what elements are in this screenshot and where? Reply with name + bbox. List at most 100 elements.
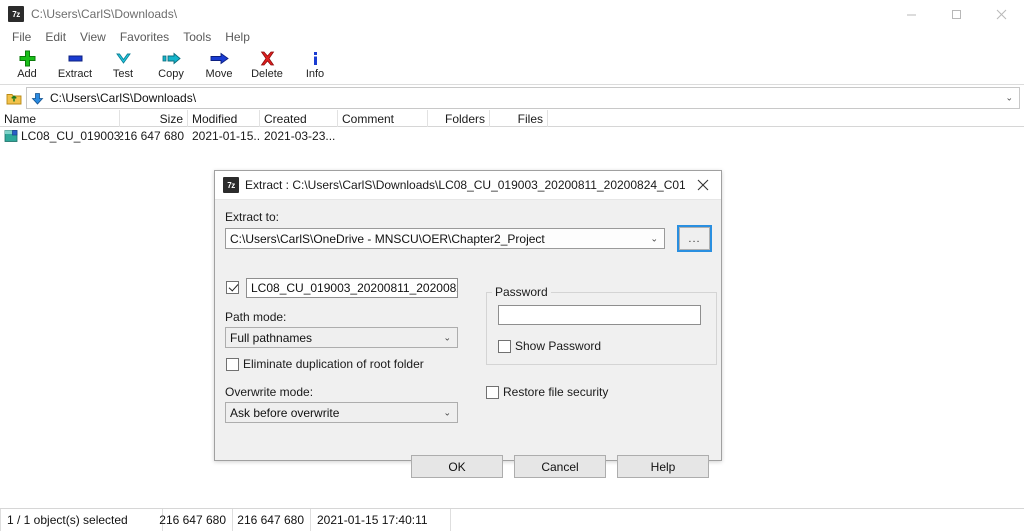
toolbar-delete-label: Delete: [251, 68, 283, 80]
maximize-icon[interactable]: [934, 0, 979, 28]
column-header-folders[interactable]: Folders: [428, 110, 490, 127]
cancel-button[interactable]: Cancel: [514, 455, 606, 478]
move-arrow-icon: [207, 49, 231, 67]
extract-to-value: C:\Users\CarlS\OneDrive - MNSCU\OER\Chap…: [230, 231, 545, 246]
overwrite-mode-label: Overwrite mode:: [225, 385, 314, 399]
menu-view[interactable]: View: [73, 29, 113, 45]
status-selection: 1 / 1 object(s) selected: [0, 509, 163, 531]
cell-modified: 2021-01-15...: [192, 128, 260, 143]
seven-zip-window: 7z C:\Users\CarlS\Downloads\ File Edit V…: [0, 0, 1024, 531]
toolbar-move-button[interactable]: Move: [195, 46, 243, 84]
chevron-down-icon[interactable]: ⌄: [443, 332, 451, 343]
dialog-close-icon[interactable]: [685, 171, 721, 199]
extract-to-combo[interactable]: C:\Users\CarlS\OneDrive - MNSCU\OER\Chap…: [225, 228, 665, 249]
subfolder-name-field[interactable]: LC08_CU_019003_20200811_20200824_C01_V0: [246, 278, 458, 298]
address-combo[interactable]: C:\Users\CarlS\Downloads\ ⌄: [26, 87, 1020, 109]
menu-tools[interactable]: Tools: [176, 29, 218, 45]
minimize-icon[interactable]: [889, 0, 934, 28]
toolbar-copy-label: Copy: [158, 68, 184, 80]
eliminate-duplication-label: Eliminate duplication of root folder: [243, 357, 424, 371]
subfolder-checkbox[interactable]: [226, 281, 243, 294]
dialog-title: Extract : C:\Users\CarlS\Downloads\LC08_…: [245, 178, 685, 192]
archive-file-icon: [4, 129, 18, 143]
password-groupbox: [486, 292, 717, 365]
copy-arrow-icon: [159, 49, 183, 67]
toolbar-test-button[interactable]: Test: [99, 46, 147, 84]
toolbar-move-label: Move: [205, 68, 233, 80]
cell-comment: [338, 127, 428, 144]
password-group-label: Password: [492, 285, 551, 299]
checkbox-box: [498, 339, 511, 353]
restore-file-security-checkbox[interactable]: Restore file security: [486, 385, 608, 399]
toolbar-copy-button[interactable]: Copy: [147, 46, 195, 84]
status-timestamp: 2021-01-15 17:40:11: [311, 509, 451, 531]
browse-button[interactable]: ...: [677, 225, 712, 252]
column-header-name[interactable]: Name: [0, 110, 120, 127]
column-header-files[interactable]: Files: [490, 110, 548, 127]
status-total-size: 216 647 680: [233, 509, 311, 531]
checkbox-box: [486, 385, 499, 399]
extract-dialog: 7z Extract : C:\Users\CarlS\Downloads\LC…: [214, 170, 722, 478]
cell-name: LC08_CU_019003_...: [0, 127, 120, 144]
minus-bar-icon: [63, 49, 87, 67]
status-bar: 1 / 1 object(s) selected 216 647 680 216…: [0, 508, 1024, 531]
chevron-down-icon[interactable]: ⌄: [650, 233, 658, 244]
delete-x-icon: [255, 49, 279, 67]
toolbar-test-label: Test: [112, 68, 134, 80]
dialog-app-icon: 7z: [223, 177, 239, 193]
column-header-comment[interactable]: Comment: [338, 110, 428, 127]
close-icon[interactable]: [979, 0, 1024, 28]
column-header-created[interactable]: Created: [260, 110, 338, 127]
chevron-down-icon[interactable]: ⌄: [443, 407, 451, 418]
dialog-titlebar: 7z Extract : C:\Users\CarlS\Downloads\LC…: [215, 171, 721, 200]
path-mode-value: Full pathnames: [230, 330, 313, 345]
toolbar-extract-button[interactable]: Extract: [51, 46, 99, 84]
overwrite-mode-combo[interactable]: Ask before overwrite ⌄: [225, 402, 458, 423]
info-i-icon: [303, 49, 327, 67]
eliminate-duplication-checkbox[interactable]: Eliminate duplication of root folder: [226, 357, 424, 371]
toolbar-add-button[interactable]: Add: [3, 46, 51, 84]
extract-to-label: Extract to:: [225, 210, 280, 224]
cell-files: [490, 127, 548, 144]
window-title: C:\Users\CarlS\Downloads\: [31, 7, 178, 21]
toolbar-add-label: Add: [17, 68, 37, 80]
check-icon: [111, 49, 135, 67]
help-button[interactable]: Help: [617, 455, 709, 478]
filelist-header: Name Size Modified Created Comment Folde…: [0, 110, 1024, 127]
password-field[interactable]: [498, 305, 701, 325]
cell-created: 2021-03-23...: [264, 128, 336, 143]
menu-file[interactable]: File: [5, 29, 38, 45]
address-path: C:\Users\CarlS\Downloads\: [50, 91, 197, 105]
path-mode-combo[interactable]: Full pathnames ⌄: [225, 327, 458, 348]
window-titlebar: 7z C:\Users\CarlS\Downloads\: [0, 0, 1024, 28]
overwrite-mode-value: Ask before overwrite: [230, 405, 340, 420]
show-password-checkbox[interactable]: Show Password: [498, 339, 601, 353]
cell-folders: [428, 127, 490, 144]
table-row[interactable]: LC08_CU_019003_... 216 647 680 2021-01-1…: [0, 127, 1024, 144]
checkbox-box: [226, 281, 239, 294]
cell-name-text: LC08_CU_019003_...: [21, 128, 120, 143]
checkbox-box: [226, 357, 239, 371]
column-header-size[interactable]: Size: [120, 110, 188, 127]
window-controls: [889, 0, 1024, 28]
toolbar-info-label: Info: [305, 68, 325, 80]
menubar: File Edit View Favorites Tools Help: [0, 28, 1024, 46]
menu-help[interactable]: Help: [218, 29, 257, 45]
toolbar-info-button[interactable]: Info: [291, 46, 339, 84]
chevron-down-icon[interactable]: ⌄: [1005, 93, 1013, 104]
plus-icon: [15, 49, 39, 67]
path-mode-label: Path mode:: [225, 310, 287, 324]
address-bar: C:\Users\CarlS\Downloads\ ⌄: [0, 86, 1024, 110]
menu-favorites[interactable]: Favorites: [113, 29, 176, 45]
restore-file-security-label: Restore file security: [503, 385, 609, 399]
folder-up-icon[interactable]: [2, 87, 26, 109]
ok-button[interactable]: OK: [411, 455, 503, 478]
down-arrow-icon: [31, 92, 44, 105]
toolbar-extract-label: Extract: [57, 68, 93, 80]
show-password-label: Show Password: [515, 339, 602, 353]
cell-size: 216 647 680: [120, 128, 184, 143]
toolbar-delete-button[interactable]: Delete: [243, 46, 291, 84]
column-header-modified[interactable]: Modified: [188, 110, 260, 127]
menu-edit[interactable]: Edit: [38, 29, 73, 45]
dialog-body: Extract to: C:\Users\CarlS\OneDrive - MN…: [215, 200, 721, 478]
